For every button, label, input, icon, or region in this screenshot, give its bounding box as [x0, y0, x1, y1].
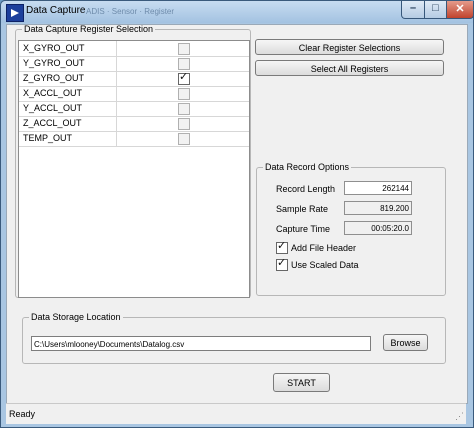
minimize-button[interactable]: – — [401, 1, 425, 19]
column-divider — [116, 86, 117, 101]
register-checkbox[interactable] — [178, 88, 190, 100]
register-name: Z_GYRO_OUT — [23, 73, 85, 83]
window-title: Data Capture — [26, 5, 86, 16]
checkmark-icon: ✓ — [179, 71, 189, 83]
storage-path-input[interactable]: C:\Users\mlooney\Documents\Datalog.csv — [31, 336, 371, 351]
start-button[interactable]: START — [273, 373, 330, 392]
clear-register-selections-button[interactable]: Clear Register Selections — [255, 39, 444, 55]
register-row[interactable]: X_ACCL_OUT — [19, 86, 249, 102]
use-scaled-data-checkbox[interactable]: ✓ — [276, 257, 288, 271]
column-divider — [116, 131, 117, 146]
maximize-icon: □ — [432, 2, 439, 14]
use-scaled-data-label[interactable]: Use Scaled Data — [291, 260, 359, 270]
register-checkbox[interactable] — [178, 43, 190, 55]
maximize-button[interactable]: □ — [424, 1, 447, 19]
close-icon: ✕ — [455, 3, 465, 15]
register-name: X_ACCL_OUT — [23, 88, 83, 98]
title-bar[interactable]: Data Capture ADIS · Sensor · Register – … — [1, 1, 474, 23]
register-row[interactable]: Z_GYRO_OUT ✓ — [19, 71, 249, 87]
checkmark-icon: ✓ — [277, 240, 287, 252]
register-row[interactable]: Y_GYRO_OUT — [19, 56, 249, 72]
capture-time-value: 00:05:20.0 — [344, 221, 412, 235]
register-checkbox[interactable]: ✓ — [178, 71, 190, 85]
resize-grip-icon[interactable]: ⋰ — [455, 411, 464, 422]
close-button[interactable]: ✕ — [446, 1, 474, 19]
storage-location-legend: Data Storage Location — [31, 312, 121, 322]
register-row[interactable]: Y_ACCL_OUT — [19, 101, 249, 117]
register-name: Z_ACCL_OUT — [23, 118, 82, 128]
column-divider — [116, 41, 117, 56]
register-checkbox[interactable] — [178, 118, 190, 130]
register-selection-legend: Data Capture Register Selection — [24, 24, 154, 34]
record-options-legend: Data Record Options — [265, 162, 350, 172]
register-row[interactable]: Z_ACCL_OUT — [19, 116, 249, 132]
status-text: Ready — [9, 409, 36, 419]
column-divider — [116, 116, 117, 131]
app-logo-icon[interactable] — [6, 4, 24, 22]
register-name: TEMP_OUT — [23, 133, 73, 143]
register-checkbox[interactable] — [178, 58, 190, 70]
browse-button[interactable]: Browse — [383, 334, 428, 351]
record-length-label: Record Length — [276, 184, 336, 194]
column-divider — [116, 101, 117, 116]
column-divider — [116, 71, 117, 86]
sample-rate-label: Sample Rate — [276, 204, 329, 214]
register-list: X_GYRO_OUT Y_GYRO_OUT Z_GYRO_OUT ✓ X_ACC… — [18, 40, 250, 298]
register-name: Y_ACCL_OUT — [23, 103, 83, 113]
register-name: X_GYRO_OUT — [23, 43, 85, 53]
capture-time-label: Capture Time — [276, 224, 331, 234]
register-row[interactable]: TEMP_OUT — [19, 131, 249, 147]
column-divider — [116, 56, 117, 71]
select-all-registers-button[interactable]: Select All Registers — [255, 60, 444, 76]
register-row[interactable]: X_GYRO_OUT — [19, 41, 249, 57]
background-title: ADIS · Sensor · Register — [86, 7, 175, 16]
sample-rate-value: 819.200 — [344, 201, 412, 215]
checkmark-icon: ✓ — [277, 257, 287, 269]
add-file-header-checkbox[interactable]: ✓ — [276, 240, 288, 254]
register-checkbox[interactable] — [178, 103, 190, 115]
register-name: Y_GYRO_OUT — [23, 58, 85, 68]
minimize-icon: – — [409, 2, 417, 14]
register-checkbox[interactable] — [178, 133, 190, 145]
add-file-header-label[interactable]: Add File Header — [291, 243, 356, 253]
record-length-input[interactable]: 262144 — [344, 181, 412, 195]
status-bar: Ready ⋰ — [6, 403, 466, 424]
